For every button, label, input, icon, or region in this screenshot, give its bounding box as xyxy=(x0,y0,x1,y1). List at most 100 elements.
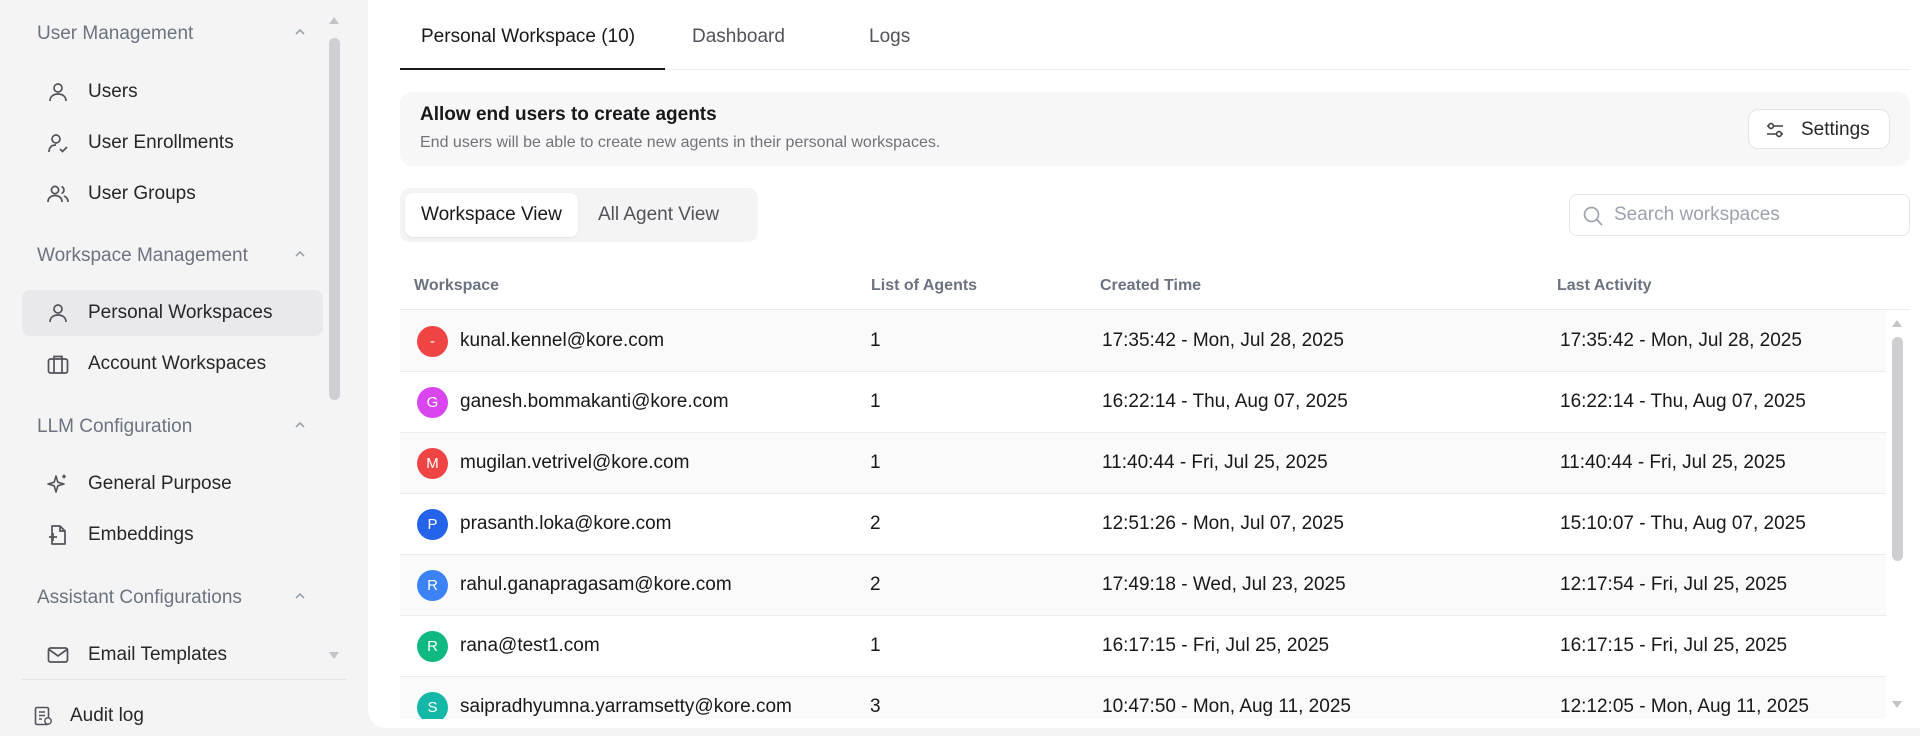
table-row[interactable]: - kunal.kennel@kore.com 1 17:35:42 - Mon, J… xyxy=(400,311,1886,372)
chevron-up-icon xyxy=(295,421,305,428)
created-time: 10:47:50 - Mon, Aug 11, 2025 xyxy=(1102,696,1351,717)
section-llm-configuration[interactable]: LLM Configuration xyxy=(37,414,307,440)
last-activity: 12:17:54 - Fri, Jul 25, 2025 xyxy=(1560,574,1788,595)
column-header-workspace[interactable]: Workspace xyxy=(414,266,499,306)
section-workspace-management[interactable]: Workspace Management xyxy=(37,243,307,269)
all-agent-view-button[interactable]: All Agent View xyxy=(582,193,735,237)
sidebar-nav: User Management Users User Enrollments U… xyxy=(0,0,340,676)
created-time: 11:40:44 - Fri, Jul 25, 2025 xyxy=(1102,452,1328,473)
sidebar-item-audit-log[interactable]: Audit log xyxy=(22,696,322,736)
table-row[interactable]: Gganesh.bommakanti@kore.com 1 16:22:14 - T… xyxy=(400,372,1886,433)
briefcase-icon xyxy=(47,355,69,374)
tab-bar: Personal Workspace (10) Dashboard Logs xyxy=(400,0,1910,70)
sidebar-item-label: User Groups xyxy=(88,183,196,204)
scroll-down-arrow-icon[interactable] xyxy=(1891,699,1903,711)
avatar: - xyxy=(417,326,448,357)
table-scroll-thumb[interactable] xyxy=(1892,337,1903,561)
created-time: 16:17:15 - Fri, Jul 25, 2025 xyxy=(1102,635,1330,656)
sidebar-item-user-enrollments[interactable]: User Enrollments xyxy=(22,120,323,166)
tab-label: Logs xyxy=(869,26,911,47)
sidebar-item-label: Embeddings xyxy=(88,524,194,545)
workspace-email: kunal.kennel@kore.com xyxy=(460,330,665,351)
banner-title: Allow end users to create agents xyxy=(420,104,717,125)
table-row[interactable]: Rrana@test1.com 1 16:17:15 - Fri, Jul 25, … xyxy=(400,616,1886,677)
sidebar-item-label: Users xyxy=(88,81,138,102)
search-icon xyxy=(1583,206,1603,226)
last-activity: 12:12:05 - Mon, Aug 11, 2025 xyxy=(1560,696,1809,717)
section-assistant-configurations[interactable]: Assistant Configurations xyxy=(37,585,307,611)
avatar: R xyxy=(417,570,448,601)
section-title: LLM Configuration xyxy=(37,416,193,437)
sidebar-item-email-templates[interactable]: Email Templates xyxy=(22,632,323,676)
avatar: M xyxy=(417,448,448,479)
scroll-down-arrow-icon[interactable] xyxy=(328,650,340,662)
section-title: Workspace Management xyxy=(37,245,248,266)
section-title: User Management xyxy=(37,23,194,44)
agent-count: 2 xyxy=(870,574,881,595)
user-icon xyxy=(49,83,67,102)
sidebar-item-general-purpose[interactable]: General Purpose xyxy=(22,461,323,507)
column-header-created[interactable]: Created Time xyxy=(1100,266,1201,306)
section-user-management[interactable]: User Management xyxy=(37,21,307,47)
table-row[interactable]: Mmugilan.vetrivel@kore.com 1 11:40:44 - Fr… xyxy=(400,433,1886,494)
section-title: Assistant Configurations xyxy=(37,587,242,608)
sparkles-icon xyxy=(47,474,66,493)
user-icon xyxy=(49,304,67,323)
search-input[interactable] xyxy=(1614,195,1899,235)
agent-creation-banner: Allow end users to create agents End use… xyxy=(400,92,1910,166)
scroll-up-arrow-icon[interactable] xyxy=(1891,317,1903,329)
audit-log-label: Audit log xyxy=(70,705,144,726)
tab-dashboard[interactable]: Dashboard xyxy=(692,0,785,70)
banner-subtitle: End users will be able to create new age… xyxy=(420,134,941,151)
sidebar-scroll-thumb[interactable] xyxy=(329,38,340,400)
settings-button[interactable]: Settings xyxy=(1748,109,1890,149)
last-activity: 16:17:15 - Fri, Jul 25, 2025 xyxy=(1560,635,1788,656)
mail-icon xyxy=(47,647,69,663)
workspace-email: rana@test1.com xyxy=(460,635,600,656)
sidebar-item-embeddings[interactable]: Embeddings xyxy=(22,512,323,558)
workspace-email: mugilan.vetrivel@kore.com xyxy=(460,452,690,473)
sidebar-item-users[interactable]: Users xyxy=(22,69,323,115)
sidebar-item-label: Personal Workspaces xyxy=(88,302,273,323)
last-activity: 11:40:44 - Fri, Jul 25, 2025 xyxy=(1560,452,1786,473)
column-header-last-activity[interactable]: Last Activity xyxy=(1557,266,1652,306)
created-time: 17:35:42 - Mon, Jul 28, 2025 xyxy=(1102,330,1344,351)
chevron-up-icon xyxy=(295,28,305,35)
column-header-agents[interactable]: List of Agents xyxy=(871,266,977,306)
created-time: 16:22:14 - Thu, Aug 07, 2025 xyxy=(1102,391,1348,412)
file-plus-icon xyxy=(49,525,66,545)
tab-label: Dashboard xyxy=(692,26,785,47)
table-header: Workspace List of Agents Created Time La… xyxy=(400,266,1910,310)
chevron-up-icon xyxy=(295,250,305,257)
sidebar-divider xyxy=(22,679,346,680)
workspace-table: - kunal.kennel@kore.com 1 17:35:42 - Mon, J… xyxy=(400,311,1886,719)
tab-logs[interactable]: Logs xyxy=(869,0,910,70)
created-time: 17:49:18 - Wed, Jul 23, 2025 xyxy=(1102,574,1346,595)
sidebar-item-account-workspaces[interactable]: Account Workspaces xyxy=(22,341,323,387)
last-activity: 16:22:14 - Thu, Aug 07, 2025 xyxy=(1560,391,1806,412)
avatar: R xyxy=(417,631,448,662)
user-check-icon xyxy=(48,134,68,153)
workspace-view-button[interactable]: Workspace View xyxy=(405,193,578,237)
table-scrollbar[interactable] xyxy=(1888,311,1906,719)
agent-count: 2 xyxy=(870,513,881,534)
tab-label: Personal Workspace (10) xyxy=(421,26,636,47)
chevron-up-icon xyxy=(295,592,305,599)
sidebar-item-label: General Purpose xyxy=(88,473,232,494)
search-box xyxy=(1569,194,1910,236)
table-row[interactable]: Rrahul.ganapragasam@kore.com 2 17:49:18 - … xyxy=(400,555,1886,616)
sidebar-item-user-groups[interactable]: User Groups xyxy=(22,171,323,217)
sidebar: User Management Users User Enrollments U… xyxy=(0,0,360,736)
sidebar-item-label: User Enrollments xyxy=(88,132,234,153)
scroll-up-arrow-icon[interactable] xyxy=(328,14,340,26)
view-toggle: Workspace View All Agent View xyxy=(400,188,758,242)
table-row[interactable]: Pprasanth.loka@kore.com 2 12:51:26 - Mon, … xyxy=(400,494,1886,555)
last-activity: 17:35:42 - Mon, Jul 28, 2025 xyxy=(1560,330,1802,351)
table-row[interactable]: Ssaipradhyumna.yarramsetty@kore.com 3 10:4… xyxy=(400,677,1886,719)
avatar: G xyxy=(417,387,448,418)
agent-count: 1 xyxy=(870,452,881,473)
sidebar-scrollbar[interactable] xyxy=(326,14,342,674)
sidebar-item-personal-workspaces[interactable]: Personal Workspaces xyxy=(22,290,323,336)
tab-personal-workspace[interactable]: Personal Workspace (10) xyxy=(400,0,665,70)
users-icon xyxy=(47,185,69,203)
